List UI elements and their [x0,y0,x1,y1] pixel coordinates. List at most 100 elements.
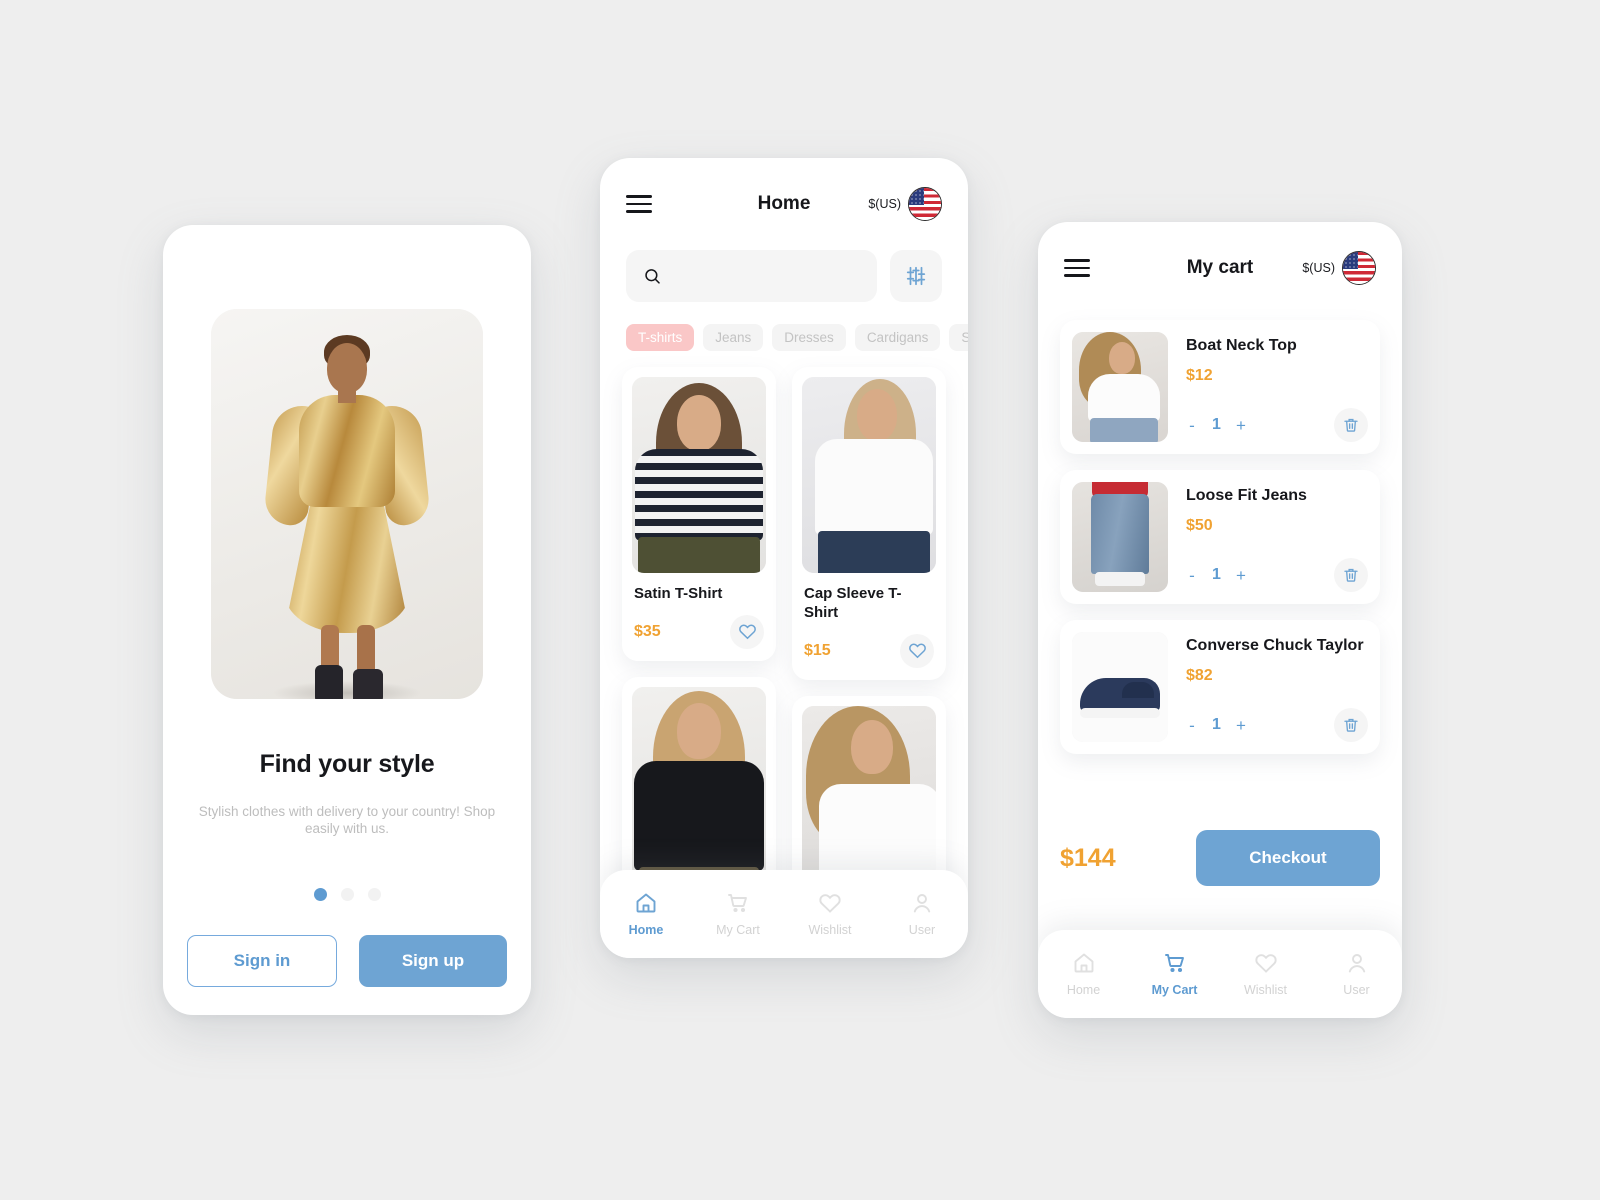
filter-button[interactable] [890,250,942,302]
home-screen: Home $(US) T-shirts Jeans Dresses Cardig… [600,158,968,958]
cart-item-name: Converse Chuck Taylor [1186,637,1364,654]
cart-item-image-loose-fit-jeans [1072,482,1168,592]
cart-screen: My cart $(US) Boat Neck Top $12 - 1 + Lo… [1038,222,1402,1018]
nav-item-wishlist[interactable]: Wishlist [784,891,876,937]
screenshot-canvas: Find your style Stylish clothes with del… [0,0,1600,1200]
checkout-bar: $144 Checkout [1060,830,1380,886]
decrease-quantity-button[interactable]: - [1186,417,1198,434]
cart-icon [725,891,751,915]
quantity-value: 1 [1212,716,1221,733]
nav-item-user[interactable]: User [1311,951,1402,997]
product-card[interactable]: Satin T-Shirt $35 [622,367,776,661]
checkout-button[interactable]: Checkout [1196,830,1380,886]
delete-item-button[interactable] [1334,558,1368,592]
currency-selector[interactable]: $(US) [1302,251,1376,285]
carousel-dot-3[interactable] [367,888,381,901]
quantity-value: 1 [1212,566,1221,583]
nav-label: Home [628,923,664,937]
nav-item-wishlist[interactable]: Wishlist [1220,951,1311,997]
cart-item-price: $82 [1186,667,1213,685]
product-image-striped-tee [632,377,766,573]
heart-icon [1253,951,1279,975]
increase-quantity-button[interactable]: + [1235,717,1247,734]
cart-items-list: Boat Neck Top $12 - 1 + Loose Fit Jeans … [1038,314,1402,754]
favorite-button[interactable] [900,633,934,668]
cart-item: Loose Fit Jeans $50 - 1 + [1060,470,1380,604]
onboarding-screen: Find your style Stylish clothes with del… [163,225,531,1015]
bottom-navigation: Home My Cart Wishlist User [1038,930,1402,1018]
favorite-button[interactable] [730,614,764,649]
home-icon [1071,951,1097,975]
sliders-icon [906,266,926,286]
product-price: $15 [804,641,831,659]
currency-label: $(US) [868,197,901,211]
sign-up-button[interactable]: Sign up [359,935,507,987]
category-chip-dresses[interactable]: Dresses [772,324,846,351]
product-column-right: Cap Sleeve T-Shirt $15 [792,367,946,926]
hero-product-image [211,309,483,699]
bottom-navigation: Home My Cart Wishlist User [600,870,968,958]
trash-icon [1344,718,1358,732]
cart-item: Boat Neck Top $12 - 1 + [1060,320,1380,454]
nav-label: User [1343,983,1370,997]
quantity-stepper: - 1 + [1186,566,1247,584]
carousel-dot-2[interactable] [340,888,354,901]
nav-item-home[interactable]: Home [600,891,692,937]
user-icon [909,891,935,915]
increase-quantity-button[interactable]: + [1235,567,1247,584]
product-price: $35 [634,622,661,640]
cart-item-price: $50 [1186,517,1213,535]
quantity-stepper: - 1 + [1186,716,1247,734]
search-icon [645,269,660,284]
category-chips: T-shirts Jeans Dresses Cardigans Shoes [600,302,968,351]
cart-total: $144 [1060,843,1116,872]
nav-item-cart[interactable]: My Cart [1129,951,1220,997]
category-chip-cardigans[interactable]: Cardigans [854,324,941,351]
us-flag-icon [1342,251,1376,285]
nav-label: Wishlist [808,923,852,937]
search-input[interactable] [661,268,860,284]
currency-selector[interactable]: $(US) [868,187,942,221]
search-box[interactable] [626,250,877,302]
user-icon [1344,951,1370,975]
us-flag-icon [908,187,942,221]
cart-appbar: My cart $(US) [1038,222,1402,314]
product-card[interactable]: Cap Sleeve T-Shirt $15 [792,367,946,680]
nav-label: User [908,923,936,937]
decrease-quantity-button[interactable]: - [1186,717,1198,734]
carousel-dots[interactable] [163,888,531,901]
auth-actions: Sign in Sign up [187,935,507,987]
nav-item-home[interactable]: Home [1038,951,1129,997]
product-image-white-tee [802,377,936,573]
sign-in-button[interactable]: Sign in [187,935,337,987]
product-grid: Satin T-Shirt $35 Cap Sleeve T-Shirt $15 [600,351,968,926]
delete-item-button[interactable] [1334,408,1368,442]
category-chip-shoes[interactable]: Shoes [949,324,968,351]
currency-label: $(US) [1302,261,1335,275]
cart-item-name: Boat Neck Top [1186,337,1297,354]
cart-item-image-boat-neck-top [1072,332,1168,442]
heart-icon [738,624,756,640]
category-chip-jeans[interactable]: Jeans [703,324,764,351]
page-subtitle: Stylish clothes with delivery to your co… [198,804,496,837]
hamburger-icon[interactable] [1064,259,1090,277]
category-chip-tshirts[interactable]: T-shirts [626,324,695,351]
decrease-quantity-button[interactable]: - [1186,567,1198,584]
hamburger-icon[interactable] [626,195,652,213]
quantity-stepper: - 1 + [1186,416,1247,434]
cart-item-name: Loose Fit Jeans [1186,487,1307,504]
heart-icon [908,643,926,659]
product-column-left: Satin T-Shirt $35 [622,367,776,926]
nav-label: Home [1066,983,1101,997]
heart-icon [817,891,843,915]
nav-label: My Cart [1151,983,1198,997]
nav-item-user[interactable]: User [876,891,968,937]
product-name: Cap Sleeve T-Shirt [804,585,902,621]
nav-item-cart[interactable]: My Cart [692,891,784,937]
product-image-black-tee [632,686,766,883]
delete-item-button[interactable] [1334,708,1368,742]
home-icon [633,891,659,915]
increase-quantity-button[interactable]: + [1235,417,1247,434]
trash-icon [1344,418,1358,432]
carousel-dot-1[interactable] [313,888,327,901]
